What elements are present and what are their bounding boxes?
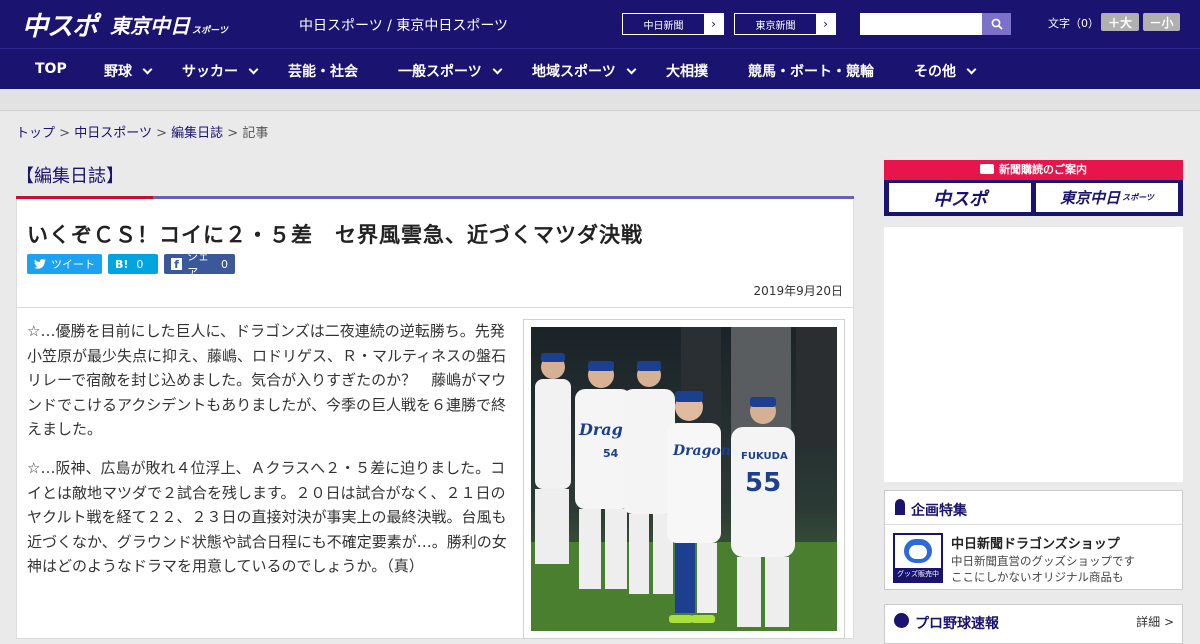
- player-number: 55: [745, 468, 781, 498]
- subscription-title: 新聞購読のご案内: [884, 160, 1183, 180]
- pro-baseball-box: プロ野球速報 詳細 >: [884, 604, 1183, 644]
- article: いくぞＣＳ！コイに２・５差 セ界風雲急、近づくマツダ決戦 ツイート B! 0 f…: [16, 199, 854, 639]
- feature-title: 企画特集: [911, 503, 967, 519]
- chevron-down-icon: [626, 64, 637, 75]
- ribbon-icon: [895, 499, 905, 515]
- chunichi-shimbun-link[interactable]: 中日新聞 ›: [622, 13, 724, 35]
- sub-nav-strip: [0, 89, 1200, 111]
- nav-item-label: TOP: [35, 61, 67, 77]
- nav-item-general-sports[interactable]: 一般スポーツ: [398, 61, 503, 81]
- hatena-count: 0: [136, 257, 144, 271]
- tokyo-shimbun-link[interactable]: 東京新聞 ›: [734, 13, 836, 35]
- site-header: 中スポ 東京中日 スポーツ 中日スポーツ / 東京中日スポーツ 中日新聞 › 東京…: [0, 0, 1200, 48]
- dragons-shop-thumbnail: グッズ販売中: [893, 533, 943, 583]
- breadcrumb-top[interactable]: トップ: [16, 126, 55, 141]
- font-size-label: 文字（0）: [1048, 17, 1099, 30]
- mascot-face: [909, 545, 927, 559]
- feature-header: 企画特集: [885, 491, 1182, 525]
- chevron-right-icon: ›: [704, 14, 723, 34]
- tokyo-chunichi-logo[interactable]: 東京中日 スポーツ: [110, 10, 228, 39]
- chunichi-shimbun-label: 中日新聞: [643, 20, 684, 32]
- subscription-title-text: 新聞購読のご案内: [999, 163, 1087, 176]
- subscribe-chunichi-sports[interactable]: 中スポ: [889, 183, 1031, 212]
- dragons-players-photo: Dragons 54 Dragons FUKUDA 55: [531, 327, 837, 631]
- nav-item-top[interactable]: TOP: [35, 61, 67, 77]
- nav-item-soccer[interactable]: サッカー: [182, 61, 259, 81]
- feature-item[interactable]: グッズ販売中 中日新聞ドラゴンズショップ 中日新聞直営のグッズショップです ここ…: [893, 533, 1178, 585]
- article-paragraph: ☆…優勝を目前にした巨人に、ドラゴンズは二夜連続の逆転勝ち。先発小笠原が最少失点…: [27, 322, 507, 438]
- hatena-bookmark-icon: B!: [115, 257, 129, 271]
- tweet-button[interactable]: ツイート: [27, 254, 102, 274]
- site-name: 中日スポーツ / 東京中日スポーツ: [299, 18, 509, 34]
- category-heading: 【編集日誌】: [16, 166, 124, 187]
- main-nav: TOP 野球 サッカー 芸能・社会 一般スポーツ 地域スポーツ 大相撲 競馬・ボ…: [0, 48, 1200, 89]
- breadcrumb-editorial-diary[interactable]: 編集日誌: [171, 126, 223, 141]
- breadcrumb-current: 記事: [242, 126, 269, 141]
- jersey-number: 54: [603, 447, 619, 460]
- feature-item-desc: 中日新聞直営のグッズショップです: [951, 554, 1135, 568]
- jersey-text: Dragons: [672, 443, 739, 459]
- twitter-bird-icon: [34, 259, 46, 269]
- nav-item-label: 芸能・社会: [288, 64, 358, 80]
- facebook-count: 0: [221, 257, 228, 271]
- breadcrumb-separator: >: [156, 126, 167, 141]
- player-name: FUKUDA: [741, 451, 788, 462]
- article-photo[interactable]: Dragons 54 Dragons FUKUDA 55: [523, 319, 845, 639]
- chevron-down-icon: [492, 64, 503, 75]
- chevron-down-icon: [966, 64, 977, 75]
- nav-item-sumo[interactable]: 大相撲: [666, 61, 708, 81]
- tokyo-chunichi-logo-suffix: スポーツ: [192, 26, 228, 36]
- nav-item-label: サッカー: [182, 64, 238, 80]
- breadcrumb: トップ > 中日スポーツ > 編集日誌 > 記事: [16, 122, 268, 141]
- feature-item-desc: ここにしかないオリジナル商品も: [951, 570, 1124, 584]
- font-smaller-button[interactable]: －小: [1143, 13, 1180, 31]
- nav-item-label: 競馬・ボート・競輪: [748, 64, 874, 80]
- pro-baseball-detail-link[interactable]: 詳細 >: [1136, 613, 1174, 630]
- nav-item-other[interactable]: その他: [914, 61, 977, 81]
- chevron-down-icon: [142, 64, 153, 75]
- thumb-label: グッズ販売中: [895, 568, 941, 581]
- tokyo-chunichi-logo-text: 東京中日: [110, 14, 190, 38]
- breadcrumb-separator: >: [227, 126, 239, 141]
- tokyo-shimbun-label: 東京新聞: [755, 20, 796, 32]
- feature-item-title: 中日新聞ドラゴンズショップ: [951, 537, 1120, 552]
- article-divider: [17, 307, 853, 308]
- breadcrumb-separator: >: [59, 126, 71, 141]
- subscription-banner[interactable]: 新聞購読のご案内 中スポ 東京中日 スポーツ: [884, 160, 1183, 216]
- nav-item-regional-sports[interactable]: 地域スポーツ: [532, 61, 637, 81]
- tweet-label: ツイート: [51, 258, 95, 271]
- article-date: 2019年9月20日: [753, 284, 843, 298]
- chunichi-sports-logo[interactable]: 中スポ: [22, 6, 98, 43]
- breadcrumb-chunichi-sports[interactable]: 中日スポーツ: [74, 126, 152, 141]
- hatena-bookmark-button[interactable]: B! 0: [108, 254, 158, 274]
- nav-item-label: 一般スポーツ: [398, 64, 482, 80]
- subscribe-tokyo-chunichi-suffix: スポーツ: [1122, 193, 1154, 202]
- nav-item-racing[interactable]: 競馬・ボート・競輪: [748, 61, 874, 81]
- newspaper-icon: [980, 164, 994, 174]
- baseball-icon: [894, 613, 909, 628]
- nav-item-entertainment[interactable]: 芸能・社会: [288, 61, 358, 81]
- font-bigger-button[interactable]: ＋大: [1101, 13, 1139, 31]
- subscribe-tokyo-chunichi-text: 東京中日: [1060, 189, 1121, 207]
- chevron-right-icon: ›: [816, 14, 835, 34]
- facebook-share-label: シェア: [187, 250, 210, 279]
- subscribe-tokyo-chunichi[interactable]: 東京中日 スポーツ: [1036, 183, 1178, 212]
- nav-item-label: 大相撲: [666, 64, 708, 80]
- article-title: いくぞＣＳ！コイに２・５差 セ界風雲急、近づくマツダ決戦: [27, 223, 643, 247]
- facebook-share-button[interactable]: f シェア 0: [164, 250, 235, 279]
- article-paragraph: ☆…阪神、広島が敗れ４位浮上、Ａクラスへ２・５差に迫りました。コイとは敵地マツダ…: [27, 459, 507, 575]
- nav-item-label: 野球: [104, 64, 132, 80]
- feature-box: 企画特集 グッズ販売中 中日新聞ドラゴンズショップ 中日新聞直営のグッズショップ…: [884, 490, 1183, 590]
- chevron-down-icon: [248, 64, 259, 75]
- facebook-icon: f: [171, 258, 183, 271]
- pro-baseball-title: プロ野球速報: [915, 616, 999, 632]
- nav-item-label: 地域スポーツ: [532, 64, 616, 80]
- nav-item-baseball[interactable]: 野球: [104, 61, 153, 81]
- nav-item-label: その他: [914, 64, 956, 80]
- search-input[interactable]: [860, 13, 982, 35]
- advertisement-area: [884, 227, 1183, 482]
- search-icon: [991, 18, 1003, 30]
- search-button[interactable]: [982, 13, 1011, 35]
